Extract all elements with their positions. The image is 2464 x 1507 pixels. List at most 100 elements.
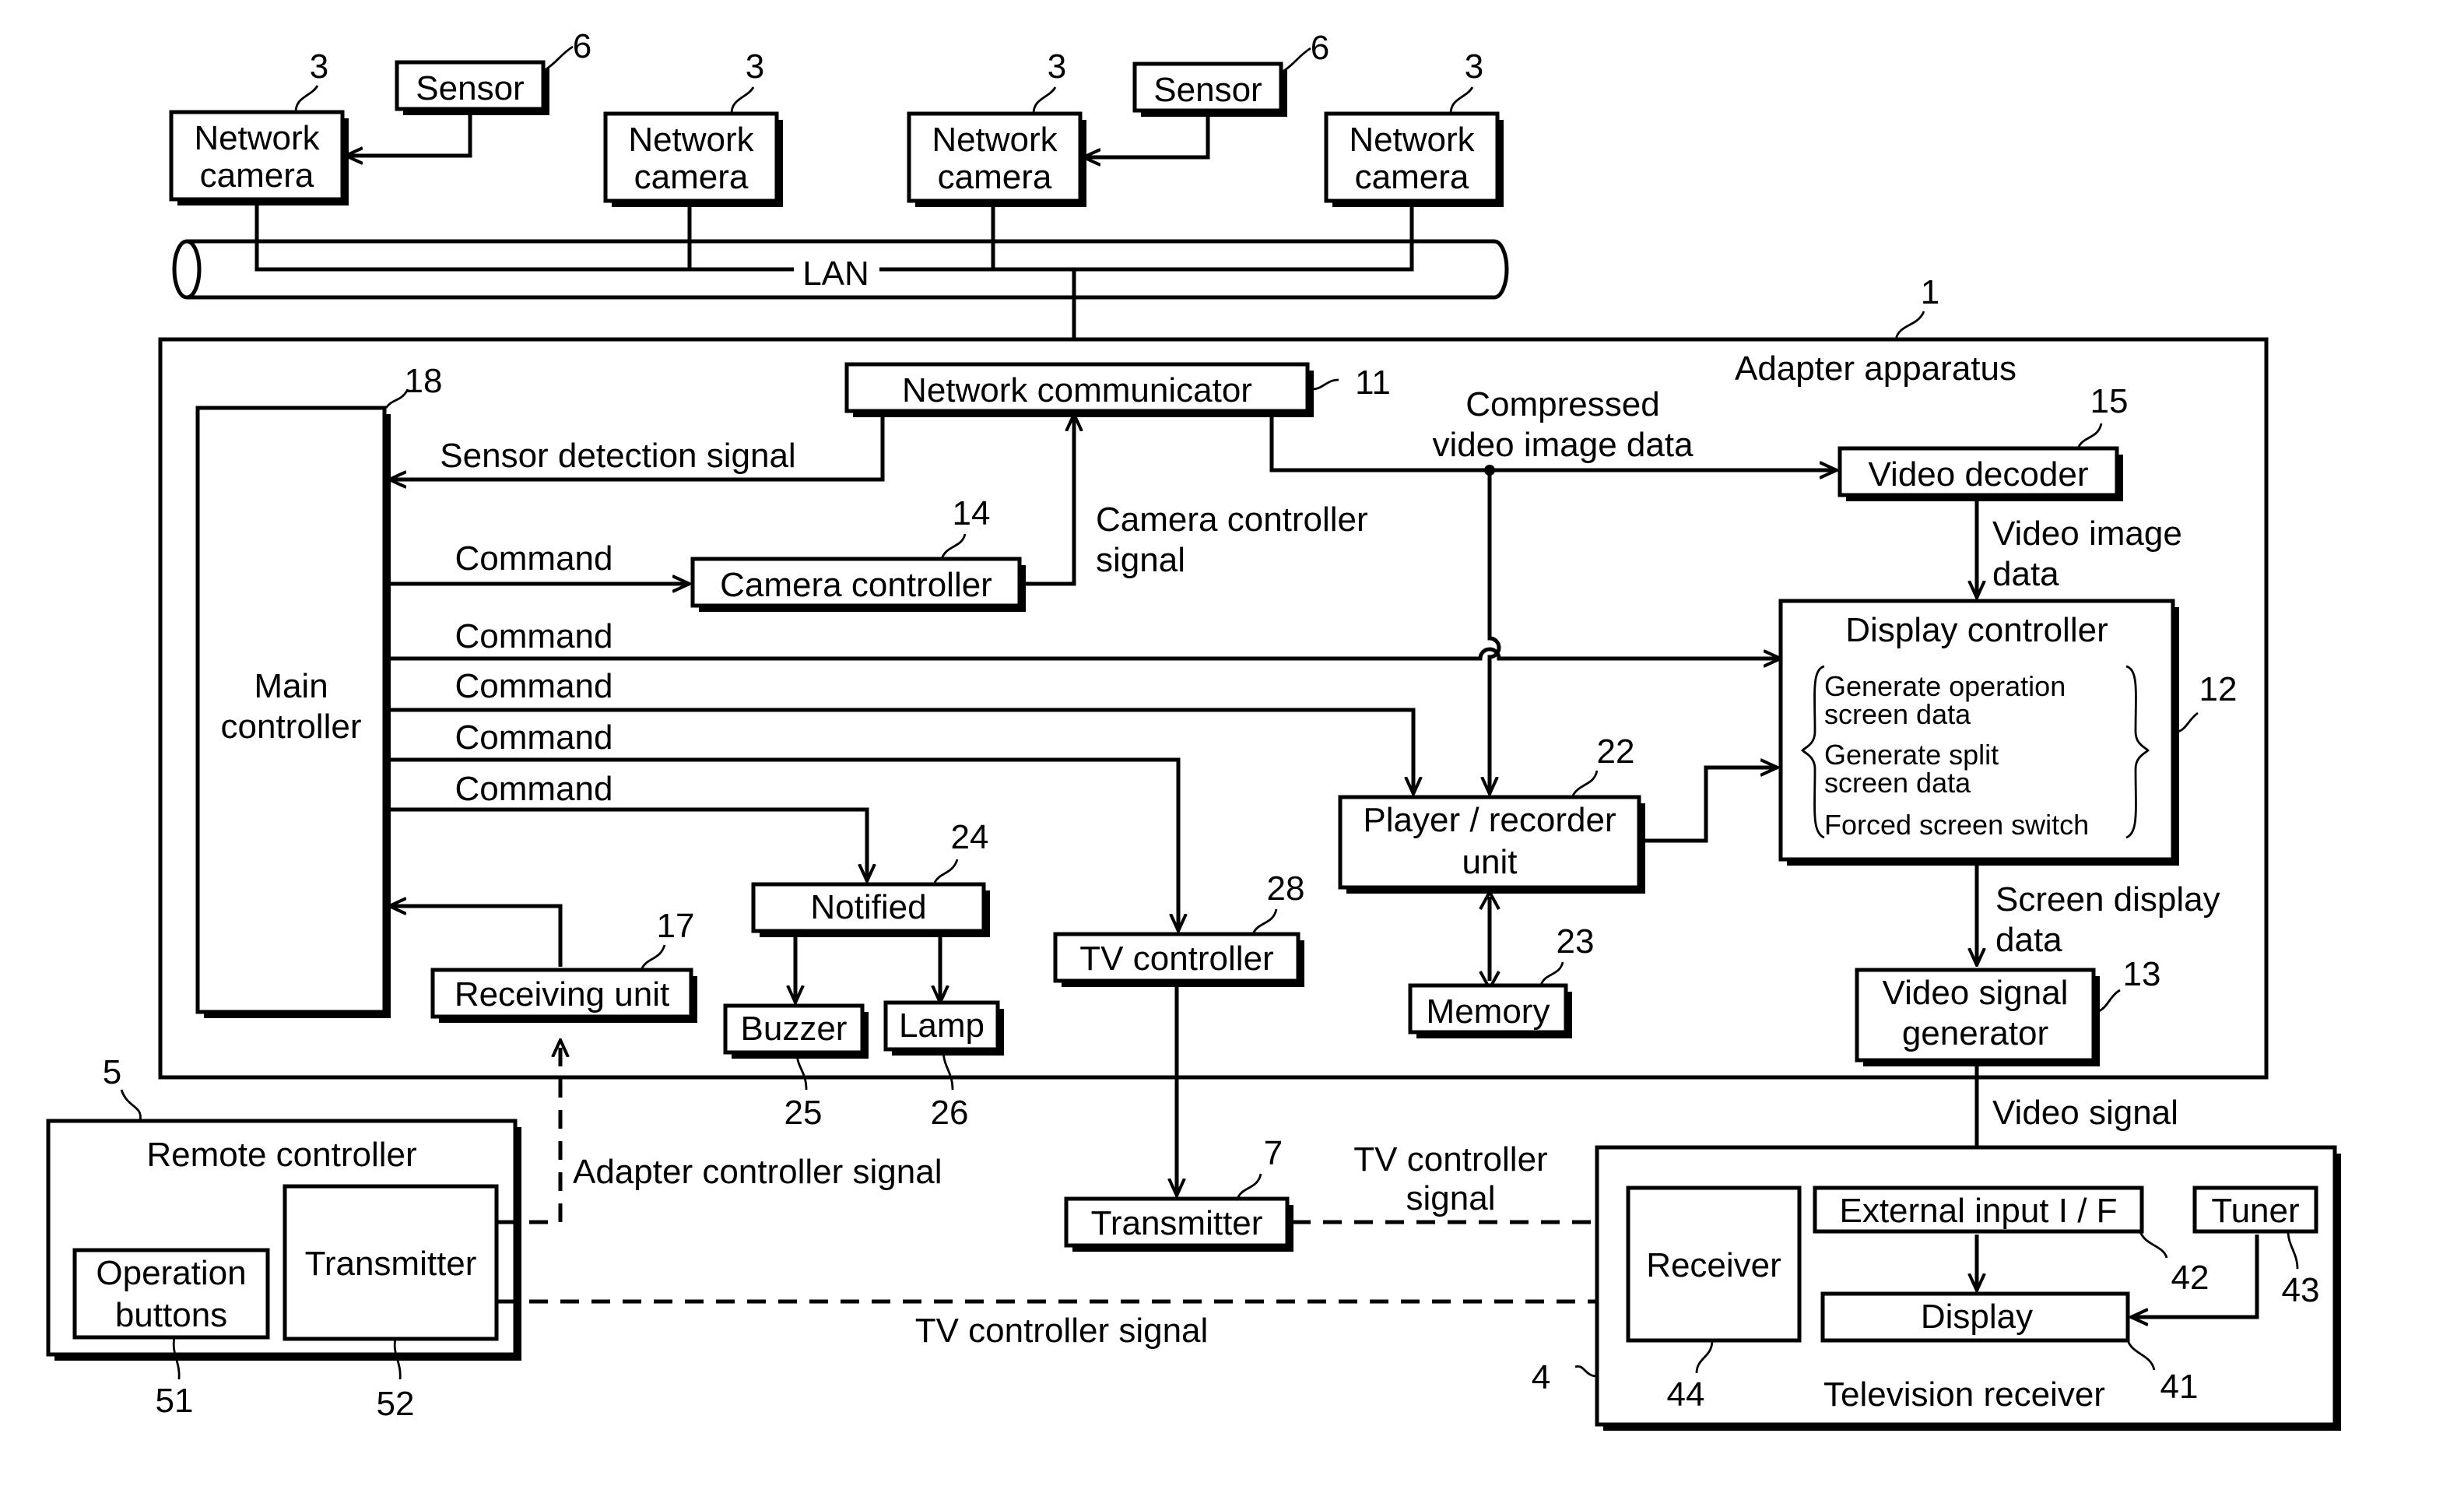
- svg-text:Tuner: Tuner: [2211, 1192, 2299, 1230]
- network-camera-2: Network camera 3: [603, 47, 783, 207]
- svg-text:Command: Command: [455, 667, 613, 705]
- svg-text:External input I / F: External input I / F: [1839, 1192, 2117, 1230]
- svg-text:Video signal: Video signal: [1883, 974, 2069, 1012]
- svg-text:12: 12: [2199, 670, 2238, 708]
- svg-text:Sensor: Sensor: [1153, 71, 1262, 109]
- svg-text:1: 1: [1921, 273, 1939, 311]
- svg-text:25: 25: [784, 1094, 823, 1132]
- svg-text:signal: signal: [1406, 1179, 1496, 1217]
- sensor-2: Sensor 6: [1083, 29, 1329, 157]
- operation-buttons[interactable]: Operation buttons 51: [72, 1248, 270, 1420]
- svg-text:Generate split: Generate split: [1824, 739, 1999, 771]
- svg-text:51: 51: [156, 1382, 194, 1420]
- svg-text:controller: controller: [221, 708, 362, 746]
- svg-text:Notified: Notified: [810, 888, 926, 926]
- svg-text:Camera controller: Camera controller: [1096, 501, 1368, 539]
- svg-text:TV controller: TV controller: [1079, 940, 1273, 978]
- svg-text:Main: Main: [254, 667, 328, 705]
- svg-text:Network communicator: Network communicator: [902, 371, 1252, 409]
- svg-text:6: 6: [1311, 29, 1329, 67]
- network-camera-3: Network camera 3: [907, 47, 1086, 207]
- svg-text:signal: signal: [1096, 541, 1185, 579]
- svg-text:23: 23: [1557, 922, 1595, 961]
- adapter-label: Adapter apparatus: [1735, 350, 2016, 388]
- svg-text:17: 17: [657, 907, 695, 945]
- svg-text:5: 5: [103, 1053, 121, 1091]
- svg-text:Memory: Memory: [1427, 992, 1550, 1031]
- svg-text:Command: Command: [455, 539, 613, 578]
- svg-text:Video decoder: Video decoder: [1869, 455, 2089, 494]
- svg-text:Network: Network: [1349, 121, 1475, 159]
- svg-text:camera: camera: [200, 156, 314, 195]
- svg-text:camera: camera: [634, 158, 749, 196]
- svg-text:TV controller signal: TV controller signal: [915, 1312, 1209, 1350]
- svg-text:TV controller: TV controller: [1353, 1140, 1547, 1179]
- svg-text:buttons: buttons: [115, 1296, 227, 1334]
- svg-text:3: 3: [1048, 47, 1066, 86]
- transmitter: Transmitter 7: [1064, 1134, 1293, 1252]
- svg-text:Camera controller: Camera controller: [720, 566, 992, 604]
- svg-text:18: 18: [405, 362, 443, 400]
- svg-text:screen data: screen data: [1824, 767, 1971, 799]
- svg-text:14: 14: [953, 494, 991, 532]
- svg-text:52: 52: [377, 1385, 415, 1423]
- svg-text:Display controller: Display controller: [1845, 611, 2108, 649]
- svg-text:24: 24: [951, 818, 989, 856]
- svg-text:42: 42: [2171, 1259, 2210, 1297]
- svg-text:data: data: [1995, 921, 2062, 959]
- svg-text:Transmitter: Transmitter: [305, 1245, 477, 1283]
- display-controller: Display controller Generate operation sc…: [1778, 599, 2238, 866]
- svg-text:3: 3: [746, 47, 764, 86]
- svg-text:Generate operation: Generate operation: [1824, 670, 2066, 702]
- svg-text:Command: Command: [455, 617, 613, 655]
- svg-text:44: 44: [1667, 1375, 1705, 1414]
- svg-text:Operation: Operation: [96, 1254, 246, 1292]
- svg-text:4: 4: [1532, 1358, 1550, 1396]
- sensor-detection-label: Sensor detection signal: [440, 437, 795, 475]
- svg-text:Adapter controller signal: Adapter controller signal: [573, 1153, 942, 1191]
- svg-text:Player / recorder: Player / recorder: [1363, 801, 1616, 839]
- svg-text:Buzzer: Buzzer: [741, 1010, 848, 1048]
- svg-text:Forced screen switch: Forced screen switch: [1824, 809, 2089, 841]
- svg-text:3: 3: [310, 47, 328, 86]
- svg-text:Video image: Video image: [1992, 515, 2182, 553]
- svg-text:6: 6: [573, 27, 591, 65]
- remote-transmitter: Transmitter 52: [283, 1184, 499, 1423]
- svg-text:Transmitter: Transmitter: [1091, 1204, 1263, 1242]
- svg-text:camera: camera: [938, 158, 1052, 196]
- svg-text:Network: Network: [194, 119, 320, 157]
- svg-text:13: 13: [2123, 955, 2161, 993]
- svg-text:7: 7: [1264, 1134, 1283, 1172]
- svg-text:22: 22: [1597, 732, 1635, 771]
- svg-text:Network: Network: [628, 121, 754, 159]
- svg-text:Command: Command: [455, 770, 613, 808]
- svg-text:Remote controller: Remote controller: [146, 1136, 416, 1174]
- svg-text:26: 26: [931, 1094, 969, 1132]
- svg-text:Receiving unit: Receiving unit: [455, 975, 669, 1013]
- svg-text:3: 3: [1465, 47, 1483, 86]
- svg-text:screen data: screen data: [1824, 698, 1971, 730]
- svg-text:Video signal: Video signal: [1992, 1094, 2178, 1132]
- svg-text:41: 41: [2160, 1368, 2199, 1406]
- svg-text:Television receiver: Television receiver: [1823, 1375, 2105, 1414]
- svg-text:data: data: [1992, 555, 2059, 593]
- svg-text:generator: generator: [1902, 1014, 2048, 1052]
- svg-text:video image data: video image data: [1432, 426, 1694, 464]
- lan-label: LAN: [802, 255, 869, 293]
- svg-text:15: 15: [2090, 382, 2129, 420]
- svg-text:Display: Display: [1921, 1298, 2033, 1336]
- system-block-diagram: LAN Network camera 3 Sensor 6 Network ca…: [46, 27, 2341, 1431]
- svg-text:camera: camera: [1355, 158, 1469, 196]
- svg-text:28: 28: [1267, 869, 1305, 908]
- svg-text:Compressed: Compressed: [1465, 385, 1659, 423]
- svg-text:unit: unit: [1462, 843, 1518, 881]
- network-camera-1: Network camera 3: [169, 47, 349, 206]
- svg-text:Command: Command: [455, 718, 613, 757]
- svg-text:43: 43: [2282, 1271, 2320, 1309]
- svg-text:Receiver: Receiver: [1646, 1246, 1781, 1284]
- network-communicator: Network communicator 11: [844, 362, 1391, 417]
- sensor-1: Sensor 6: [346, 27, 591, 156]
- svg-text:Screen display: Screen display: [1995, 880, 2220, 919]
- svg-text:11: 11: [1355, 364, 1391, 402]
- svg-text:Sensor: Sensor: [416, 69, 524, 107]
